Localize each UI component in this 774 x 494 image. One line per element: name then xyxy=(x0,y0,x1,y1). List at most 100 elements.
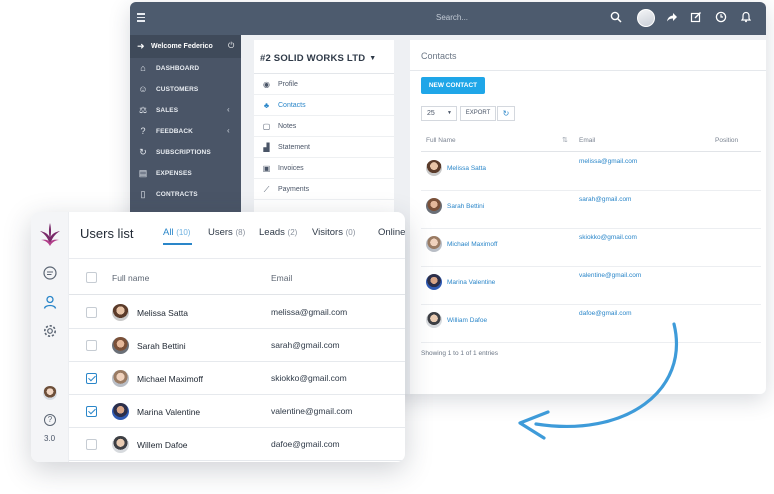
avatar[interactable] xyxy=(43,386,57,400)
sort-icon[interactable]: ⇅ xyxy=(562,136,568,144)
table-row[interactable]: Sarah Bettini sarah@gmail.com xyxy=(421,191,761,229)
row-checkbox[interactable] xyxy=(86,340,97,351)
contact-name-link[interactable]: Marina Valentine xyxy=(447,279,495,286)
user-email: dafoe@gmail.com xyxy=(271,439,340,449)
caret-down-icon: ▼ xyxy=(369,55,377,62)
table-row[interactable]: Melissa Satta melissa@gmail.com xyxy=(421,153,761,191)
table-row[interactable]: Michael Maximoff skiokko@gmail.com xyxy=(69,362,405,395)
avatar xyxy=(426,236,442,252)
row-checkbox[interactable] xyxy=(86,373,97,384)
user-icon: ☺ xyxy=(138,84,148,94)
contact-name-link[interactable]: Sarah Bettini xyxy=(447,203,484,210)
row-checkbox[interactable] xyxy=(86,406,97,417)
clock-icon[interactable] xyxy=(714,11,728,25)
column-email[interactable]: Email xyxy=(271,273,292,283)
avatar xyxy=(112,403,129,420)
users-icon: ♣ xyxy=(263,101,270,110)
contact-email-link[interactable]: skiokko@gmail.com xyxy=(579,234,637,241)
table-row[interactable]: Michael Maximoff skiokko@gmail.com xyxy=(421,229,761,267)
sidebar-item-customers[interactable]: ☺ CUSTOMERS xyxy=(130,79,241,100)
avatar[interactable] xyxy=(637,9,655,27)
row-checkbox[interactable] xyxy=(86,439,97,450)
crm-topbar: Search... xyxy=(130,2,766,35)
edit-icon[interactable] xyxy=(689,11,703,25)
export-button[interactable]: EXPORT xyxy=(460,106,496,121)
search-input[interactable]: Search... xyxy=(436,13,468,22)
user-icon[interactable] xyxy=(42,294,58,310)
subnav-item-label: Payments xyxy=(278,186,310,193)
tab-count: (2) xyxy=(287,228,298,237)
new-contact-button[interactable]: NEW CONTACT xyxy=(421,77,485,94)
tab-count: (0) xyxy=(345,228,356,237)
help-icon[interactable]: ? xyxy=(44,414,56,426)
tab-users[interactable]: Users (8) xyxy=(208,227,245,238)
subnav-item-statement[interactable]: ▟ Statement xyxy=(254,137,394,158)
avatar xyxy=(112,304,129,321)
user-name: Michael Maximoff xyxy=(137,374,203,384)
table-row[interactable]: Willem Dafoe dafoe@gmail.com xyxy=(69,428,405,461)
tab-online[interactable]: Online xyxy=(378,227,405,238)
panel-title: Contacts xyxy=(421,51,457,61)
subnav-item-invoices[interactable]: ▣ Invoices xyxy=(254,158,394,179)
profile-icon: ◉ xyxy=(263,80,270,89)
user-email: valentine@gmail.com xyxy=(271,406,353,416)
column-full-name[interactable]: Full name xyxy=(112,273,149,283)
power-icon[interactable]: ⏻ xyxy=(228,41,234,51)
chat-icon[interactable] xyxy=(42,265,58,281)
select-all-checkbox[interactable] xyxy=(86,272,97,283)
subnav-item-label: Statement xyxy=(278,144,310,151)
subnav-item-profile[interactable]: ◉ Profile xyxy=(254,74,394,95)
subnav-item-payments[interactable]: ⟋ Payments xyxy=(254,179,394,200)
table-row[interactable]: Melissa Satta melissa@gmail.com xyxy=(69,296,405,329)
contact-email-link[interactable]: melissa@gmail.com xyxy=(579,158,637,165)
table-header: Full name Email xyxy=(69,259,405,295)
phoenix-logo-icon xyxy=(40,223,60,246)
page-size-select[interactable]: 25 ▼ xyxy=(421,106,457,121)
avatar xyxy=(426,160,442,176)
user-name: Willem Dafoe xyxy=(137,440,188,450)
avatar xyxy=(112,370,129,387)
avatar xyxy=(426,198,442,214)
sidebar-item-feedback[interactable]: ? FEEDBACK ‹ xyxy=(130,121,241,142)
sidebar-item-subscriptions[interactable]: ↻ SUBSCRIPTIONS xyxy=(130,142,241,163)
contact-name-link[interactable]: William Dafoe xyxy=(447,317,487,324)
share-icon[interactable] xyxy=(665,11,679,25)
bell-icon[interactable] xyxy=(739,11,753,25)
contact-name-link[interactable]: Melissa Satta xyxy=(447,165,486,172)
sidebar-item-contracts[interactable]: ▯ CONTRACTS xyxy=(130,184,241,205)
table-row[interactable]: Sarah Bettini sarah@gmail.com xyxy=(69,329,405,362)
tab-count: (8) xyxy=(235,228,246,237)
sidebar-item-expenses[interactable]: ▤ EXPENSES xyxy=(130,163,241,184)
tab-all[interactable]: All (10) xyxy=(163,227,190,238)
contact-email-link[interactable]: sarah@gmail.com xyxy=(579,196,631,203)
column-email[interactable]: Email xyxy=(579,137,595,144)
tab-label: Visitors xyxy=(312,227,343,238)
table-row[interactable]: Marina Valentine valentine@gmail.com xyxy=(69,395,405,428)
sidebar-item-sales[interactable]: ⚖ SALES ‹ xyxy=(130,100,241,121)
search-icon[interactable] xyxy=(609,11,623,25)
document-icon: ▤ xyxy=(138,168,148,178)
column-position[interactable]: Position xyxy=(715,137,738,144)
refresh-button[interactable]: ↻ xyxy=(497,106,515,121)
gear-icon[interactable] xyxy=(42,323,58,339)
tab-visitors[interactable]: Visitors (0) xyxy=(312,227,355,238)
tab-leads[interactable]: Leads (2) xyxy=(259,227,297,238)
company-selector[interactable]: #2 SOLID WORKS LTD ▼ xyxy=(254,40,394,74)
menu-icon[interactable] xyxy=(137,13,145,22)
question-icon: ? xyxy=(140,126,146,136)
contact-email-link[interactable]: dafoe@gmail.com xyxy=(579,310,631,317)
column-full-name[interactable]: Full Name xyxy=(426,137,456,144)
divider xyxy=(410,70,766,71)
sidebar-item-dashboard[interactable]: ⌂ DASHBOARD xyxy=(130,58,241,79)
contact-name-link[interactable]: Michael Maximoff xyxy=(447,241,497,248)
subnav-item-notes[interactable]: ▢ Notes xyxy=(254,116,394,137)
tab-label: Online xyxy=(378,227,405,238)
contact-email-link[interactable]: valentine@gmail.com xyxy=(579,272,641,279)
row-checkbox[interactable] xyxy=(86,307,97,318)
subnav-item-contacts[interactable]: ♣ Contacts xyxy=(254,95,394,116)
table-row[interactable]: Marina Valentine valentine@gmail.com xyxy=(421,267,761,305)
curved-arrow-icon xyxy=(518,322,678,440)
balance-icon: ⚖ xyxy=(138,105,148,115)
user-name: Sarah Bettini xyxy=(137,341,186,351)
pin-icon: ➜ xyxy=(137,41,145,51)
